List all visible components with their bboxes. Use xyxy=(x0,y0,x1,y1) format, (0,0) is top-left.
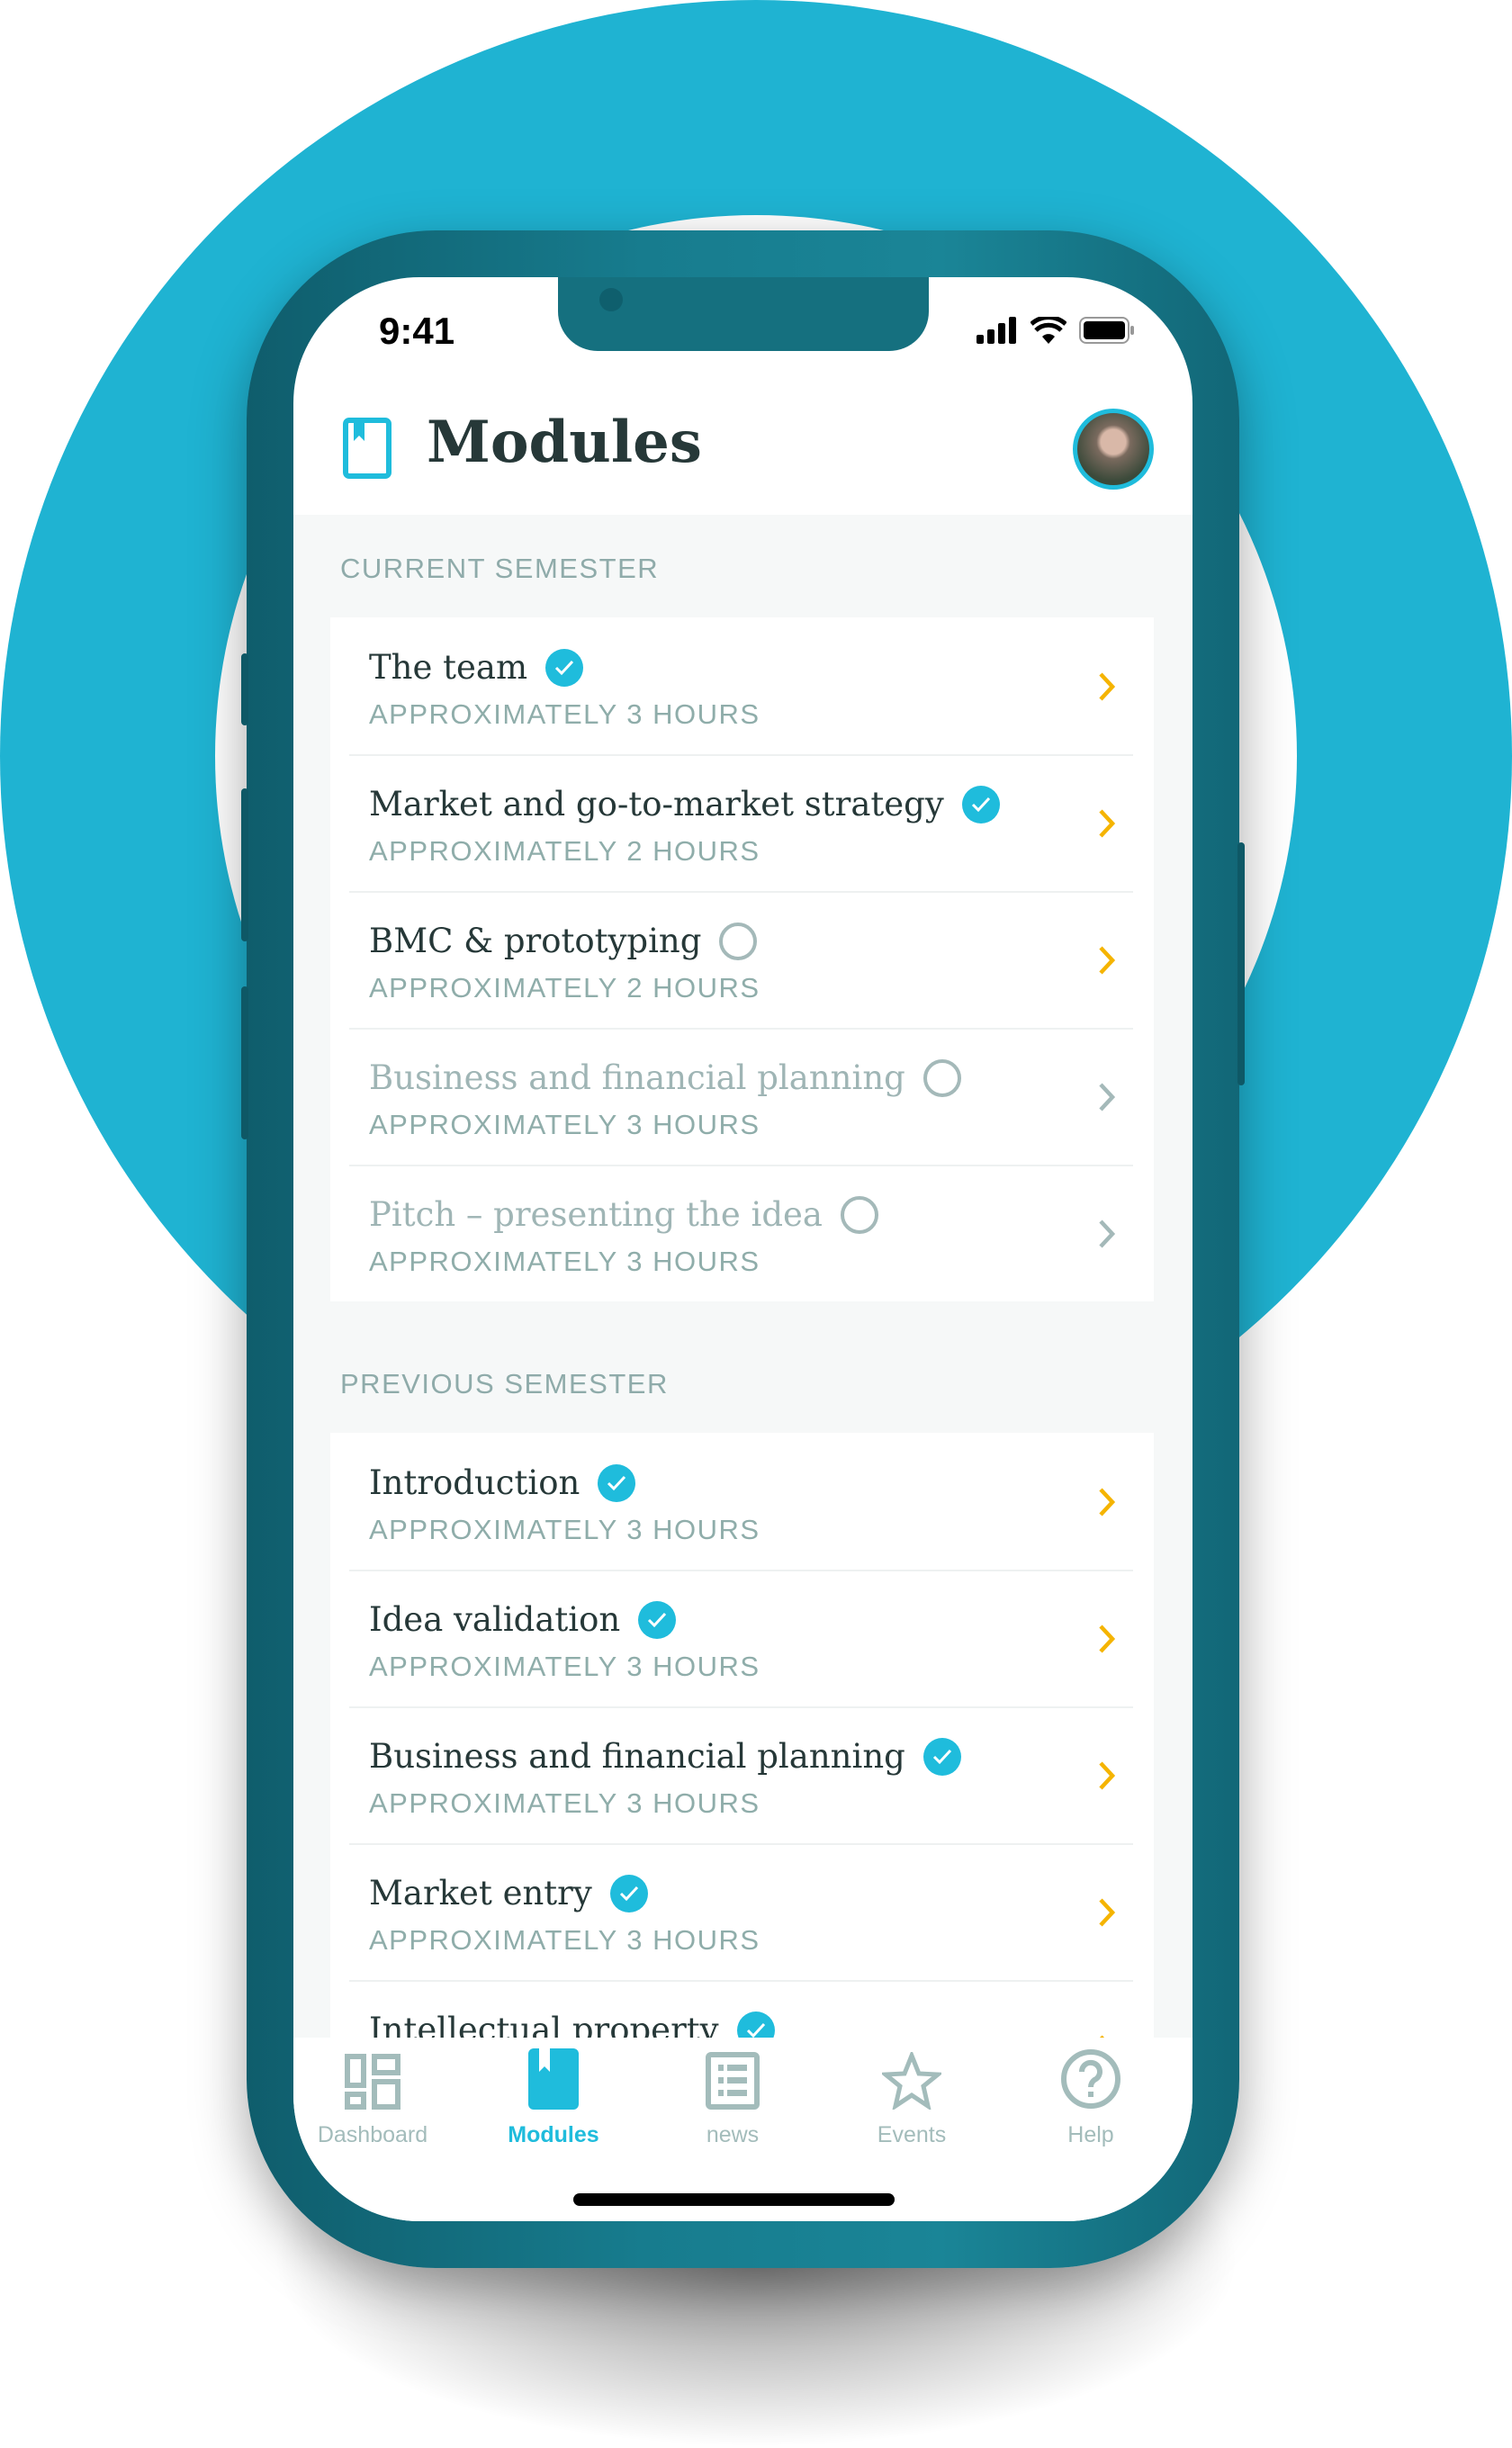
book-icon xyxy=(464,2038,644,2110)
tab-label: Dashboard xyxy=(317,2122,428,2147)
module-row[interactable]: Market entry APPROXIMATELY 3 HOURS xyxy=(330,1843,1154,1980)
module-title: Introduction xyxy=(369,1463,580,1502)
chevron-right-icon xyxy=(1099,809,1116,838)
module-title: Pitch – presenting the idea xyxy=(369,1195,823,1234)
module-duration: APPROXIMATELY 3 HOURS xyxy=(369,1787,760,1819)
module-title: Idea validation xyxy=(369,1600,621,1639)
chevron-right-icon xyxy=(1099,1488,1116,1516)
section-label: CURRENT SEMESTER xyxy=(340,553,660,584)
module-row[interactable]: Market and go-to-market strategy APPROXI… xyxy=(330,754,1154,891)
check-circle-icon xyxy=(638,1600,677,1639)
module-title: Market and go-to-market strategy xyxy=(369,785,944,824)
status-time: 9:41 xyxy=(379,310,455,352)
module-card: Introduction APPROXIMATELY 3 HOURS Idea … xyxy=(330,1433,1154,2038)
chevron-right-icon xyxy=(1099,1220,1116,1248)
chevron-right-icon xyxy=(1099,1898,1116,1927)
module-title: BMC & prototyping xyxy=(369,922,702,960)
chevron-right-icon xyxy=(1099,1624,1116,1653)
help-icon xyxy=(1001,2038,1181,2110)
tab-label: Modules xyxy=(508,2122,599,2147)
modules-list: CURRENT SEMESTER The team APPROXIMATELY 3… xyxy=(293,515,1192,2038)
module-title: Intellectual property xyxy=(369,2011,719,2038)
chevron-right-icon xyxy=(1099,1761,1116,1790)
module-title: Business and financial planning xyxy=(369,1058,905,1097)
dashboard-icon xyxy=(293,2038,463,2110)
module-row[interactable]: Business and financial planning APPROXIM… xyxy=(330,1706,1154,1843)
tab-label: Events xyxy=(877,2122,947,2147)
phone-screen: 9:41 Modules CURRENT SEMESTER The team AP… xyxy=(293,277,1192,2221)
module-duration: APPROXIMATELY 2 HOURS xyxy=(369,835,760,867)
check-circle-icon xyxy=(922,1737,961,1776)
tab-modules[interactable]: Modules xyxy=(464,2038,644,2148)
module-title: Market entry xyxy=(369,1874,592,1912)
star-icon xyxy=(822,2038,1002,2110)
wifi-icon xyxy=(1030,317,1066,344)
check-circle-icon xyxy=(545,648,584,687)
book-icon xyxy=(343,418,392,479)
battery-icon xyxy=(1079,317,1134,344)
module-row[interactable]: Idea validation APPROXIMATELY 3 HOURS xyxy=(330,1570,1154,1706)
tab-events[interactable]: Events xyxy=(822,2038,1002,2148)
tab-label: Help xyxy=(1067,2122,1114,2147)
module-duration: APPROXIMATELY 3 HOURS xyxy=(369,1246,760,1277)
empty-circle-icon xyxy=(922,1058,961,1097)
check-circle-icon xyxy=(598,1463,636,1502)
module-duration: APPROXIMATELY 3 HOURS xyxy=(369,1109,760,1140)
module-duration: APPROXIMATELY 3 HOURS xyxy=(369,1924,760,1956)
module-duration: APPROXIMATELY 2 HOURS xyxy=(369,972,760,1004)
empty-circle-icon xyxy=(719,922,758,960)
check-circle-icon xyxy=(609,1874,648,1912)
empty-circle-icon xyxy=(840,1195,878,1234)
tab-label: news xyxy=(706,2122,760,2147)
news-icon xyxy=(643,2038,823,2110)
check-circle-icon xyxy=(961,785,1000,824)
module-row[interactable]: Pitch – presenting the idea APPROXIMATEL… xyxy=(330,1165,1154,1301)
status-icons xyxy=(976,317,1135,344)
module-row[interactable]: Business and financial planning APPROXIM… xyxy=(330,1028,1154,1165)
home-indicator xyxy=(573,2193,895,2206)
module-title: The team xyxy=(369,648,528,687)
tab-news[interactable]: news xyxy=(643,2038,823,2148)
chevron-right-icon xyxy=(1099,672,1116,701)
module-row[interactable]: Introduction APPROXIMATELY 3 HOURS xyxy=(330,1433,1154,1570)
module-title: Business and financial planning xyxy=(369,1737,905,1776)
chevron-right-icon xyxy=(1099,946,1116,975)
module-row[interactable]: Intellectual property xyxy=(330,1980,1154,2038)
tab-dashboard[interactable]: Dashboard xyxy=(293,2038,463,2148)
check-circle-icon xyxy=(736,2011,775,2038)
section-label: PREVIOUS SEMESTER xyxy=(340,1368,669,1400)
avatar[interactable] xyxy=(1073,409,1154,490)
module-duration: APPROXIMATELY 3 HOURS xyxy=(369,698,760,730)
signal-icon xyxy=(976,317,1016,344)
module-duration: APPROXIMATELY 3 HOURS xyxy=(369,1651,760,1682)
module-row[interactable]: The team APPROXIMATELY 3 HOURS xyxy=(330,617,1154,754)
header: Modules xyxy=(293,376,1192,515)
tab-help[interactable]: Help xyxy=(1001,2038,1181,2148)
module-row[interactable]: BMC & prototyping APPROXIMATELY 2 HOURS xyxy=(330,891,1154,1028)
page-title: Modules xyxy=(427,409,702,476)
module-card: The team APPROXIMATELY 3 HOURS Market an… xyxy=(330,617,1154,1301)
module-duration: APPROXIMATELY 3 HOURS xyxy=(369,1514,760,1545)
notch xyxy=(558,277,929,351)
chevron-right-icon xyxy=(1099,1083,1116,1112)
